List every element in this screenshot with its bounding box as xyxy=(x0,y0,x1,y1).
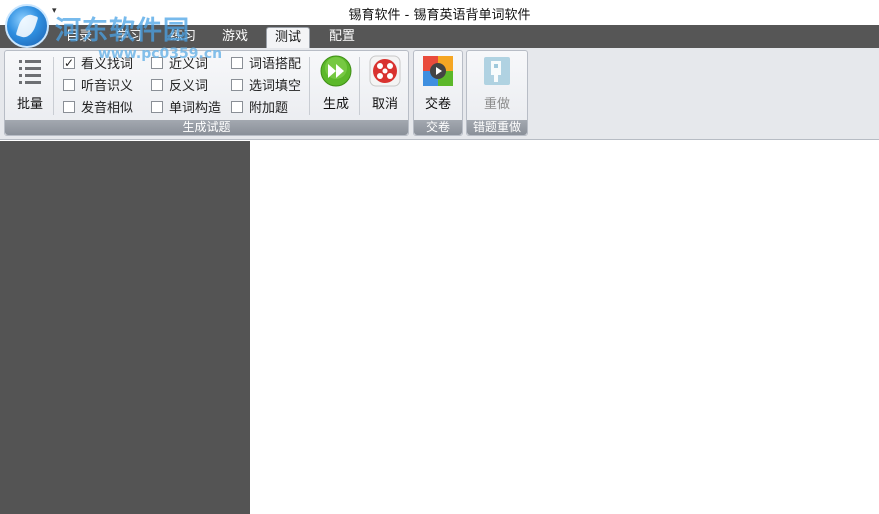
tab-games[interactable]: 游戏 xyxy=(214,27,256,48)
app-logo-icon[interactable] xyxy=(5,4,49,48)
checkbox[interactable] xyxy=(231,79,243,91)
redo-wrong-group: 重做 错题重做 xyxy=(466,50,528,136)
checkbox[interactable] xyxy=(63,101,75,113)
checkbox[interactable] xyxy=(63,79,75,91)
option-word-formation[interactable]: 单词构造 xyxy=(151,99,221,119)
option-listen-meaning[interactable]: 听音识义 xyxy=(63,77,133,97)
list-icon xyxy=(19,60,41,84)
submit-group-label: 交卷 xyxy=(414,120,462,135)
redo-button-label: 重做 xyxy=(483,97,510,112)
option-fill-in-blank[interactable]: 选词填空 xyxy=(231,77,301,97)
option-antonyms[interactable]: 反义词 xyxy=(151,77,208,97)
generate-button[interactable]: 生成 xyxy=(314,55,358,115)
separator xyxy=(359,57,360,115)
generate-questions-group: 批量 看义找词 听音识义 发音相似 近义词 反义词 单词构造 词语搭配 选词填空 xyxy=(4,50,409,136)
test-content-area xyxy=(250,141,879,514)
separator xyxy=(309,57,310,115)
checkbox[interactable] xyxy=(151,79,163,91)
batch-button-label: 批量 xyxy=(16,97,43,112)
redo-button[interactable]: 重做 xyxy=(475,55,519,115)
option-extra-questions[interactable]: 附加题 xyxy=(231,99,288,119)
generate-group-label: 生成试题 xyxy=(5,120,408,135)
left-navigation-pane xyxy=(0,141,250,514)
cancel-button[interactable]: 取消 xyxy=(363,55,407,115)
batch-button[interactable]: 批量 xyxy=(8,55,52,115)
option-similar-pronunciation[interactable]: 发音相似 xyxy=(63,99,133,119)
watermark-url: www.pc0359.cn xyxy=(98,46,223,62)
option-collocation[interactable]: 词语搭配 xyxy=(231,55,301,75)
tab-test[interactable]: 测试 xyxy=(266,27,311,48)
fast-forward-icon xyxy=(320,55,352,87)
redo-icon xyxy=(484,57,510,85)
checkbox[interactable] xyxy=(151,101,163,113)
separator xyxy=(53,57,54,115)
submit-group: 交卷 交卷 xyxy=(413,50,463,136)
submit-button-label: 交卷 xyxy=(424,97,451,112)
checkbox[interactable] xyxy=(231,101,243,113)
cancel-icon xyxy=(369,55,401,87)
tab-settings[interactable]: 配置 xyxy=(321,27,363,48)
checkbox[interactable] xyxy=(63,53,75,73)
redo-group-label: 错题重做 xyxy=(467,120,527,135)
generate-button-label: 生成 xyxy=(322,97,349,112)
submit-button[interactable]: 交卷 xyxy=(416,55,460,115)
watermark-text: 河东软件园 xyxy=(55,16,191,46)
cancel-button-label: 取消 xyxy=(371,97,398,112)
submit-paper-icon xyxy=(423,56,453,86)
checkbox[interactable] xyxy=(231,57,243,69)
